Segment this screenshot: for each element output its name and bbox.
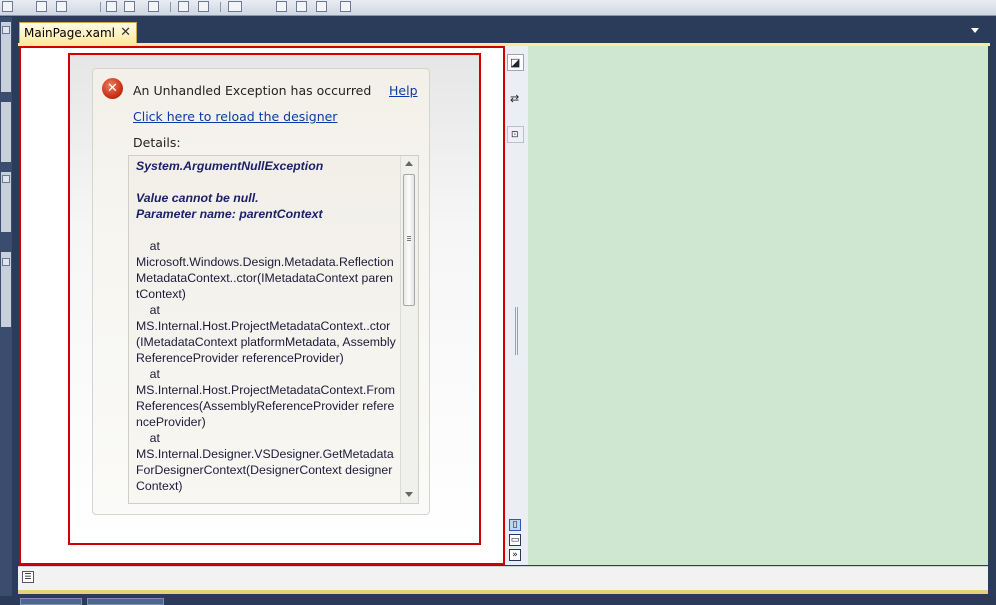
toolbar-separator bbox=[100, 2, 101, 12]
toolbar-icon[interactable] bbox=[316, 1, 327, 12]
pane-splitter[interactable] bbox=[505, 46, 528, 565]
error-icon: ✕ bbox=[102, 78, 123, 99]
exception-parameter: Parameter name: parentContext bbox=[136, 207, 323, 221]
toolbar-icon[interactable] bbox=[198, 1, 209, 12]
stack-line: at bbox=[136, 239, 160, 253]
toolbar-icon[interactable] bbox=[124, 1, 135, 12]
stack-line: MS.Internal.Host.ProjectMetadataContext.… bbox=[136, 383, 396, 429]
toolbar-icon[interactable] bbox=[106, 1, 117, 12]
swap-panes-button[interactable]: ⇄ bbox=[507, 91, 524, 108]
xaml-editor-pane[interactable] bbox=[528, 46, 988, 565]
taskbar-item[interactable] bbox=[87, 598, 164, 605]
exception-title: An Unhandled Exception has occurred bbox=[133, 83, 372, 98]
reload-designer-link[interactable]: Click here to reload the designer bbox=[133, 109, 337, 124]
toolbar-icon[interactable] bbox=[56, 1, 67, 12]
tab-mainpage-xaml[interactable]: MainPage.xaml ✕ bbox=[19, 22, 137, 44]
document-outline-icon[interactable]: ☰ bbox=[22, 571, 34, 583]
toolbar-icon[interactable] bbox=[36, 1, 47, 12]
data-icon bbox=[2, 258, 10, 266]
swap-panes-icon: ⇄ bbox=[510, 92, 520, 105]
toolbar-icon[interactable] bbox=[276, 1, 287, 12]
design-icon: ◪ bbox=[510, 56, 521, 69]
grip-line bbox=[407, 240, 411, 241]
toolbar-icon[interactable] bbox=[178, 1, 189, 12]
collapse-pane-button[interactable]: » bbox=[509, 549, 521, 561]
scrollbar-thumb[interactable] bbox=[403, 174, 415, 306]
exception-type: System.ArgumentNullException bbox=[136, 159, 324, 173]
server-explorer-tab[interactable] bbox=[1, 102, 11, 162]
toolbar-icon[interactable] bbox=[340, 1, 351, 12]
xaml-view-button[interactable]: ⊡ bbox=[507, 126, 524, 143]
toolbar-separator bbox=[220, 2, 221, 12]
details-textbox[interactable]: System.ArgumentNullException Value canno… bbox=[128, 155, 419, 504]
exception-message: Value cannot be null. bbox=[136, 191, 259, 205]
toolbar-icon[interactable] bbox=[2, 1, 13, 12]
details-label: Details: bbox=[133, 135, 181, 150]
scroll-up-icon[interactable] bbox=[405, 161, 413, 166]
toolbox-icon bbox=[2, 26, 10, 34]
details-scrollbar[interactable] bbox=[400, 156, 418, 503]
stack-line: at bbox=[136, 367, 160, 381]
designer-status-bar: ☰ bbox=[18, 566, 988, 590]
toolbar-icon[interactable] bbox=[228, 1, 242, 12]
left-tool-strip bbox=[0, 17, 12, 605]
help-link[interactable]: Help bbox=[389, 83, 418, 98]
close-icon[interactable]: ✕ bbox=[120, 25, 131, 40]
stack-line: at bbox=[136, 431, 160, 445]
scroll-down-icon[interactable] bbox=[405, 492, 413, 497]
grip-line bbox=[407, 236, 411, 237]
chevron-down-icon[interactable] bbox=[971, 28, 979, 33]
stack-line: MS.Internal.Host.ProjectMetadataContext.… bbox=[136, 319, 396, 365]
splitter-grip[interactable] bbox=[515, 307, 518, 355]
stack-line: at bbox=[136, 303, 160, 317]
stack-line: Microsoft.Windows.Design.Metadata.Reflec… bbox=[136, 255, 394, 301]
toolbar-icon[interactable] bbox=[296, 1, 307, 12]
tab-label: MainPage.xaml bbox=[24, 26, 115, 40]
details-text: System.ArgumentNullException Value canno… bbox=[136, 158, 396, 494]
toolbar-icon[interactable] bbox=[148, 1, 159, 12]
vertical-split-button[interactable]: ▯ bbox=[509, 519, 521, 531]
horizontal-split-button[interactable]: ▭ bbox=[509, 534, 521, 546]
grip-line bbox=[407, 238, 411, 239]
properties-icon bbox=[2, 175, 10, 183]
stack-line: MS.Internal.Designer.VSDesigner.GetMetad… bbox=[136, 447, 394, 493]
status-accent-bar bbox=[18, 590, 988, 594]
design-view-button[interactable]: ◪ bbox=[507, 54, 524, 71]
taskbar-item[interactable] bbox=[20, 598, 82, 605]
toolbar-separator bbox=[170, 2, 171, 12]
toolbar bbox=[0, 0, 996, 16]
xaml-icon: ⊡ bbox=[511, 130, 519, 140]
